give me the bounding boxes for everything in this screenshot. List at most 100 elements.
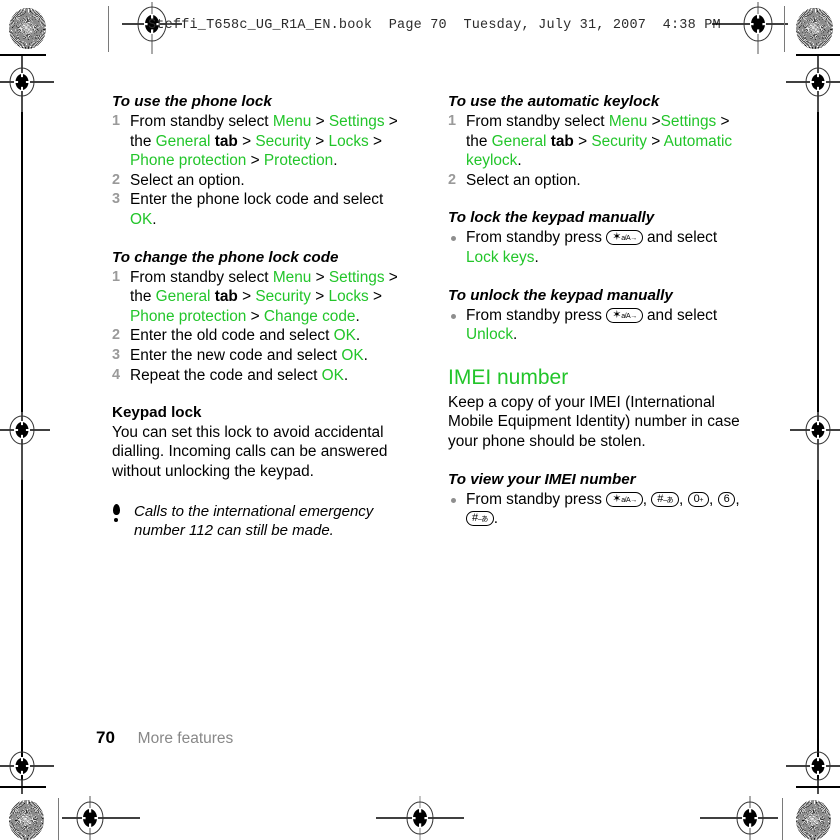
menu-path-link: General [155,288,211,306]
menu-path-link: Locks [328,132,369,150]
menu-path-link: Protection [263,152,334,170]
heading-to-unlock-the-keypad-manually: To unlock the keypad manually [448,286,673,304]
body-text: Select an option. [130,171,245,189]
crosshair-registration-mark-bottom-left [62,796,140,840]
side-rule-right-lower [817,480,819,780]
menu-path-link: Security [255,132,311,150]
menu-path-link: Unlock [466,326,514,344]
crosshair-registration-mark-upper-right [786,56,840,114]
menu-path-emphasis: tab [210,288,238,306]
bullets-to-unlock-the-keypad-manually: From standby press ✶a/A→ and select Unlo… [448,306,748,345]
starburst-registration-mark-top-right [796,8,833,49]
body-text: , [642,490,652,508]
hash-key: #–あ [651,491,680,507]
steps-to-change-the-phone-lock-code: From standby select Menu > Settings > th… [112,268,412,386]
body-text: . [534,248,539,266]
body-text: . [355,307,360,325]
body-text: > [310,132,329,150]
star-key: ✶a/A→ [606,307,643,323]
menu-path-link: Phone protection [130,152,247,170]
numbered-step: Select an option. [112,171,412,191]
crosshair-registration-mark-mid-left [0,390,50,500]
zero-key: 0+ [687,491,709,507]
menu-path-link: Phone protection [130,307,247,325]
crop-rule-bottom-right [796,786,840,788]
heading-to-lock-the-keypad-manually: To lock the keypad manually [448,209,655,227]
body-text: > [237,288,256,306]
body-text: From standby press [466,229,607,247]
exclamation-note-icon [112,503,121,523]
menu-path-link: OK [333,327,356,345]
trim-line-top-left [108,6,109,52]
starburst-registration-mark-bottom-right [796,800,831,840]
menu-path-link: Locks [328,288,369,306]
imei-body: Keep a copy of your IMEI (International … [448,393,740,450]
bullet-item: From standby press ✶a/A→ and select Unlo… [448,306,748,345]
menu-path-link: General [491,132,547,150]
emergency-call-note: Calls to the international emergency num… [112,502,412,541]
body-text: Repeat the code and select [130,366,322,384]
bullet-item: From standby press ✶a/A→ and select Lock… [448,228,748,267]
body-text: Enter the old code and select [130,327,334,345]
starburst-registration-mark-bottom-left [9,800,44,840]
trim-line-bottom-left [58,798,59,840]
numbered-step: From standby select Menu >Settings > the… [448,112,748,171]
body-text: > [237,132,256,150]
side-rule-left [21,112,23,412]
star-key: ✶a/A→ [606,491,643,507]
heading-keypad-lock: Keypad lock [112,404,202,422]
heading-imei-number: IMEI number [448,365,569,389]
crosshair-registration-mark-top-right [712,2,788,54]
menu-path-link: Change code [263,307,356,325]
heading-to-use-the-phone-lock: To use the phone lock [112,93,272,110]
body-text: , [709,490,718,508]
menu-path-link: Settings [660,113,717,130]
body-text: . [355,327,361,345]
body-text: > [311,268,329,286]
footer-page-number: 70 [96,728,115,747]
bullets-to-view-your-imei-number: From standby press ✶a/A→, #–あ, 0+, 6, #–… [448,490,748,529]
star-key: ✶a/A→ [606,230,643,246]
menu-path-link: OK [341,346,364,364]
steps-to-use-the-phone-lock: From standby select Menu > Settings > th… [112,112,412,230]
menu-path-emphasis: tab [546,132,574,150]
body-text: > [368,288,382,306]
printer-header-text: Steffi_T658c_UG_R1A_EN.book Page 70 Tues… [148,18,721,33]
body-text: , [679,490,688,508]
numbered-step: Repeat the code and select OK. [112,366,412,386]
body-text: . [343,366,349,384]
bullet-item: From standby press ✶a/A→, #–あ, 0+, 6, #–… [448,490,748,529]
side-rule-right [817,112,819,412]
side-rule-left-lower [21,480,23,780]
numbered-step: Enter the phone lock code and select OK. [112,190,412,229]
numbered-step: Enter the new code and select OK. [112,346,412,366]
menu-path-link: Security [591,132,647,150]
menu-path-link: Menu [272,113,312,130]
menu-path-link: Menu [272,268,312,286]
body-text: Enter the phone lock code and select [130,191,384,209]
body-text: Enter the new code and select [130,346,342,364]
body-text: . [513,326,518,344]
body-text: Select an option. [466,171,581,189]
heading-to-change-the-phone-lock-code: To change the phone lock code [112,248,339,266]
body-text: . [363,346,368,364]
body-text: > [310,288,329,306]
menu-path-link: OK [130,210,153,228]
body-text: > [368,132,382,150]
body-text: , [735,490,740,508]
menu-path-emphasis: tab [210,132,238,150]
menu-path-link: Security [255,288,311,306]
steps-to-use-the-automatic-keylock: From standby select Menu >Settings > the… [448,112,748,190]
crosshair-registration-mark-bottom-center [376,796,464,840]
hash-key: #–あ [466,511,494,527]
trim-line-top-right [784,6,785,52]
starburst-registration-mark-top-left [9,8,46,49]
body-text: > [647,113,661,130]
body-text: . [517,152,522,170]
trim-line-bottom-right [782,798,783,840]
body-text: > [311,113,329,130]
body-text: From standby select [130,113,273,130]
menu-path-link: General [155,132,211,150]
body-text: and select [642,306,718,324]
menu-path-link: Settings [328,268,385,286]
